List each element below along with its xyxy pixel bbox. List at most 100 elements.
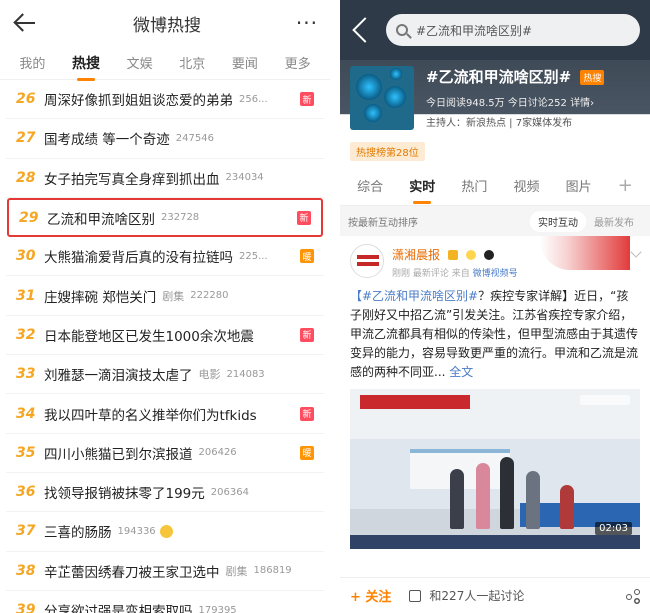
rank-number: 36	[16, 484, 36, 501]
topic-stats[interactable]: 今日阅读948.5万 今日讨论252 详情›	[426, 94, 594, 109]
topic-text: 分享欲过强是变相索取吗	[44, 604, 193, 613]
topic-tabs: 综合 实时 热门 视频 图片 +	[340, 166, 650, 206]
topic-text: 大熊猫渝爱背后真的没有拉链吗	[44, 250, 233, 267]
post-meta: 刚刚 最新评论 来自 微博视频号	[392, 266, 518, 279]
hot-search-row-selected[interactable]: 29 乙流和甲流啥区别 232728 新	[7, 197, 323, 238]
new-badge: 新	[300, 406, 314, 421]
rank-number: 35	[16, 444, 36, 461]
sort-bar: 按最新互动排序 实时互动 最新发布	[340, 206, 650, 236]
hot-search-row[interactable]: 33 刘雅瑟一滴泪演技太虐了 电影 214083	[6, 355, 324, 395]
heat-count: 234034	[225, 172, 264, 184]
vip-badge-icon	[448, 249, 459, 260]
topic-text: 庄嫂摔碗 郑恺关门	[44, 289, 157, 306]
rank-number: 28	[16, 169, 36, 186]
more-icon[interactable]: ···	[296, 11, 318, 35]
comment-placeholder: 和227人一起讨论	[429, 589, 525, 603]
heat-count: 206364	[210, 486, 249, 498]
hot-search-row[interactable]: 37 三喜的肠肠 194336	[6, 512, 324, 552]
topic-tab-3[interactable]: 视频	[511, 170, 541, 201]
search-bar-row: #乙流和甲流啥区别#	[340, 0, 650, 60]
share-icon[interactable]	[626, 588, 640, 603]
hot-search-row[interactable]: 35 四川小熊猫已到尔滨报道 206426 暖	[6, 434, 324, 473]
topic-tab-0[interactable]: 综合	[355, 170, 385, 201]
hot-search-row[interactable]: 30 大熊猫渝爱背后真的没有拉链吗 225... 暖	[6, 237, 324, 277]
hot-search-row[interactable]: 32 日本能登地区已发生1000余次地震 新	[6, 316, 324, 356]
virus-thumbnail-image	[350, 66, 414, 130]
heat-count: 256...	[239, 93, 268, 105]
category-tabs: 我的 热搜 文娱 北京 要闻 更多	[0, 46, 330, 80]
topic-text: 我以四叶草的名义推举你们为tfkids	[44, 407, 257, 424]
hot-search-row[interactable]: 34 我以四叶草的名义推举你们为tfkids 新	[6, 394, 324, 434]
hot-search-row[interactable]: 39 分享欲过强是变相索取吗 179395	[6, 591, 324, 613]
rank-number: 31	[16, 287, 36, 304]
rank-number: 30	[16, 248, 36, 265]
topic-category: 剧集	[162, 289, 185, 303]
topic-title: #乙流和甲流啥区别# 热搜	[426, 66, 605, 87]
edit-icon	[409, 589, 422, 602]
back-chevron-icon[interactable]	[352, 17, 378, 43]
tab-0[interactable]: 我的	[15, 47, 49, 78]
sort-option-1[interactable]: 最新发布	[586, 211, 642, 232]
comment-input[interactable]: 和227人一起讨论	[409, 583, 626, 609]
heat-count: 232728	[161, 212, 200, 224]
topic-category: 剧集	[225, 564, 248, 578]
tab-4[interactable]: 要闻	[228, 47, 262, 78]
sort-option-0[interactable]: 实时互动	[530, 210, 586, 232]
add-tab-icon[interactable]: +	[616, 169, 635, 202]
rank-number: 29	[19, 209, 39, 226]
post-time: 刚刚 最新评论	[392, 269, 449, 279]
avatar[interactable]	[350, 244, 384, 278]
search-icon	[396, 24, 408, 36]
hot-search-row[interactable]: 28 女子拍完写真全身痒到抓出血 234034	[6, 159, 324, 198]
follow-button[interactable]: + 关注	[350, 586, 391, 605]
top-bar: 微博热搜 ···	[0, 0, 330, 46]
heat-count: 194336	[117, 525, 156, 537]
topic-detail-panel: #乙流和甲流啥区别# #乙流和甲流啥区别# 热搜 今日阅读948.5万 今日讨论…	[340, 0, 650, 613]
topic-tab-2[interactable]: 热门	[459, 170, 489, 201]
decorative-banner	[540, 236, 630, 270]
tab-5[interactable]: 更多	[281, 47, 315, 78]
bottom-bar: + 关注 和227人一起讨论	[340, 577, 650, 613]
video-thumbnail[interactable]: 02:03	[350, 389, 640, 549]
tab-2[interactable]: 文娱	[123, 47, 157, 78]
author-name[interactable]: 潇湘晨报	[392, 248, 440, 262]
hot-search-row[interactable]: 27 国考成绩 等一个奇迹 247546	[6, 119, 324, 159]
heat-count: 222280	[190, 290, 229, 302]
topic-title-text: #乙流和甲流啥区别#	[426, 68, 572, 86]
topic-tab-1[interactable]: 实时	[407, 170, 437, 201]
tab-3[interactable]: 北京	[175, 47, 209, 78]
post-topic-link[interactable]: 【#乙流和甲流啥区别#	[350, 289, 478, 303]
topic-text: 周深好像抓到姐姐谈恋爱的弟弟	[44, 93, 233, 110]
rank-number: 26	[16, 91, 36, 108]
heat-count: 206426	[198, 447, 237, 459]
sort-label: 按最新互动排序	[348, 217, 418, 229]
hot-tag: 热搜	[580, 70, 605, 85]
new-badge: 新	[300, 327, 314, 342]
search-query: #乙流和甲流啥区别#	[416, 23, 533, 38]
warm-badge: 暖	[300, 445, 314, 460]
hot-search-row[interactable]: 31 庄嫂摔碗 郑恺关门 剧集 222280	[6, 276, 324, 316]
back-arrow-icon[interactable]	[12, 10, 38, 36]
topic-text: 刘雅瑟一滴泪演技太虐了	[44, 368, 193, 385]
rank-tag[interactable]: 热搜榜第28位	[350, 142, 425, 161]
topic-tab-4[interactable]: 图片	[564, 170, 594, 201]
topic-text: 乙流和甲流啥区别	[47, 211, 155, 228]
search-input[interactable]: #乙流和甲流啥区别#	[386, 14, 640, 46]
heat-count: 179395	[198, 604, 237, 613]
hot-search-row[interactable]: 36 找领导报销被抹零了199元 206364	[6, 473, 324, 513]
read-more-link[interactable]: 全文	[449, 365, 473, 379]
heat-count: 225...	[239, 250, 268, 262]
tab-1[interactable]: 热搜	[68, 47, 104, 79]
hot-search-row[interactable]: 26 周深好像抓到姐姐谈恋爱的弟弟 256... 新	[6, 80, 324, 120]
smiley-icon	[159, 524, 173, 538]
topic-text: 找领导报销被抹零了199元	[44, 486, 205, 503]
post-source[interactable]: 微博视频号	[473, 269, 518, 279]
watermark	[580, 395, 630, 405]
topic-category: 电影	[198, 368, 221, 382]
rank-number: 32	[16, 326, 36, 343]
post-card: 潇湘晨报 刚刚 最新评论 来自 微博视频号 【#乙流和甲流啥区别#？疾控专家详解…	[340, 236, 650, 549]
topic-host: 主持人：新浪热点 | 7家媒体发布	[426, 118, 573, 129]
heat-count: 247546	[175, 132, 214, 144]
hot-search-row[interactable]: 38 辛芷蕾因绣春刀被王家卫选中 剧集 186819	[6, 552, 324, 591]
sort-options: 实时互动 最新发布	[530, 210, 642, 232]
